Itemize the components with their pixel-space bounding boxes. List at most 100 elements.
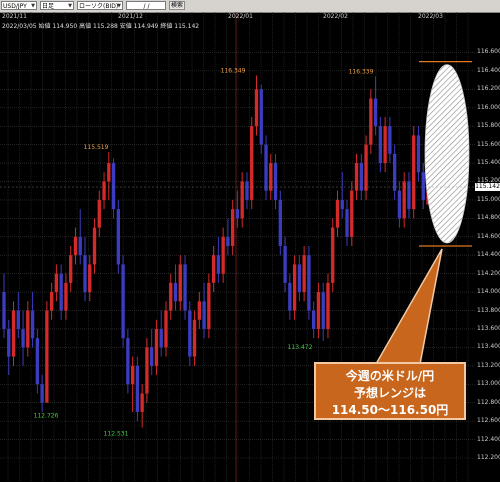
- chart-window: USD/JPY ▼ 日足 ▼ ローソク(BID) ▼ / / 検索 2022/0…: [0, 0, 500, 482]
- candle-body: [407, 181, 411, 210]
- symbol-select[interactable]: USD/JPY ▼: [1, 1, 37, 10]
- candle-body: [288, 282, 292, 311]
- candle-body: [178, 264, 182, 302]
- candle-body: [226, 236, 230, 246]
- candle-body: [254, 89, 259, 127]
- date-tick-label: 2021/11: [2, 13, 27, 20]
- candle-body: [259, 89, 263, 145]
- candle-body: [126, 338, 130, 385]
- candle-body: [369, 98, 373, 145]
- candle-body: [307, 255, 311, 311]
- price-tick-label: 115.400: [477, 159, 500, 167]
- forecast-range-ellipse: [424, 64, 470, 244]
- candle-body: [169, 282, 173, 311]
- symbol-value: USD/JPY: [3, 3, 27, 10]
- price-tick-label: 113.200: [477, 361, 500, 369]
- price-tick-label: 112.800: [477, 398, 500, 406]
- candle-body: [130, 365, 135, 385]
- candle-body: [11, 310, 16, 357]
- candle-body: [83, 255, 87, 293]
- price-tick-label: 114.400: [477, 251, 500, 259]
- price-annotation: 116.339: [349, 68, 374, 75]
- price-tick-label: 114.800: [477, 214, 500, 222]
- candle-body: [2, 292, 6, 329]
- candle-body: [392, 153, 397, 191]
- price-tick-label: 115.200: [477, 177, 500, 185]
- forecast-callout: 今週の米ドル/円 予想レンジは 114.50〜116.50円: [314, 362, 466, 420]
- candle-body: [216, 255, 221, 274]
- candle-body: [154, 328, 159, 366]
- candle-body: [121, 264, 125, 339]
- candle-body: [107, 163, 111, 182]
- chevron-down-icon: ▼: [31, 3, 35, 9]
- candle-body: [345, 209, 349, 237]
- timeframe-select[interactable]: 日足 ▼: [40, 1, 74, 10]
- candle-body: [421, 172, 425, 200]
- candle-body: [235, 209, 240, 219]
- chevron-down-icon: ▼: [117, 3, 121, 9]
- price-tick-label: 114.200: [477, 269, 500, 277]
- candle-body: [231, 209, 235, 246]
- candle-body: [335, 199, 340, 228]
- price-tick-label: 114.600: [477, 232, 500, 240]
- chevron-down-icon: ▼: [68, 3, 72, 9]
- candle-body: [173, 282, 178, 302]
- price-tick-label: 113.000: [477, 380, 500, 388]
- candle-body: [297, 264, 302, 293]
- candle-body: [59, 273, 63, 311]
- candle-body: [221, 236, 225, 274]
- candle-body: [69, 255, 73, 283]
- price-tick-label: 116.600: [477, 48, 500, 56]
- candle-body: [273, 163, 278, 200]
- candle-body: [207, 282, 211, 329]
- candle-body: [264, 144, 268, 191]
- candle-body: [378, 126, 383, 164]
- candle-body: [331, 227, 335, 283]
- date-tick-label: 2022/02: [323, 13, 348, 20]
- callout-line-3: 114.50〜116.50円: [331, 403, 449, 417]
- callout-pointer: [374, 248, 443, 365]
- chart-style-select[interactable]: ローソク(BID) ▼: [77, 1, 123, 10]
- candle-body: [316, 292, 321, 329]
- candle-body: [192, 319, 197, 357]
- candle-body: [54, 273, 59, 293]
- price-annotation: 115.519: [84, 144, 109, 151]
- date-input[interactable]: / /: [126, 1, 166, 10]
- candle-body: [111, 163, 116, 210]
- price-tick-label: 115.000: [477, 195, 500, 203]
- date-tick-label: 2021/12: [118, 13, 143, 20]
- candle-body: [321, 292, 325, 329]
- price-tick-label: 115.800: [477, 122, 500, 130]
- candle-body: [159, 328, 163, 348]
- candle-body: [202, 301, 206, 329]
- price-tick-label: 112.400: [477, 435, 500, 443]
- price-annotation: 112.726: [34, 413, 59, 420]
- price-tick-label: 116.200: [477, 85, 500, 93]
- candle-body: [278, 199, 282, 246]
- candle-body: [188, 310, 192, 357]
- candle-body: [26, 310, 30, 348]
- candle-body: [311, 310, 316, 329]
- candle-body: [383, 126, 387, 164]
- candle-body: [250, 126, 254, 200]
- price-tick-label: 114.000: [477, 288, 500, 296]
- candle-body: [283, 246, 287, 283]
- candle-body: [197, 301, 201, 320]
- price-annotation: 112.531: [104, 430, 129, 437]
- candle-body: [416, 135, 421, 173]
- candle-body: [211, 255, 216, 283]
- candle-body: [30, 310, 35, 339]
- price-tick-label: 113.400: [477, 343, 500, 351]
- price-tick-label: 112.200: [477, 454, 500, 461]
- candle-body: [140, 393, 144, 412]
- candle-body: [364, 144, 368, 191]
- candle-body: [412, 135, 416, 210]
- candle-body: [92, 227, 97, 265]
- date-tick-label: 2022/03: [418, 13, 443, 20]
- candle-body: [35, 338, 40, 385]
- candle-body: [245, 181, 249, 200]
- search-button[interactable]: 検索: [169, 1, 185, 10]
- candle-body: [388, 126, 392, 154]
- candle-body: [97, 199, 101, 228]
- price-tick-label: 116.400: [477, 66, 500, 74]
